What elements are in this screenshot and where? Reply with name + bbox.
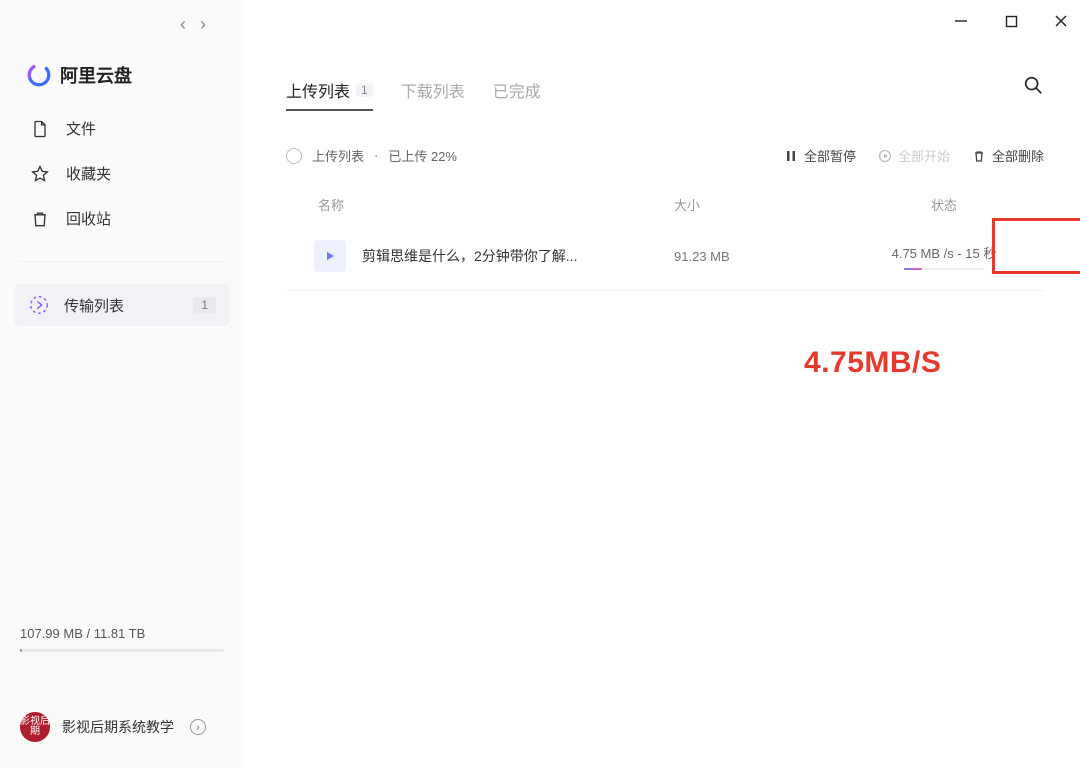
file-progress-bar <box>904 268 984 270</box>
sidebar-item-recycle[interactable]: 回收站 <box>30 208 244 229</box>
sidebar-divider <box>20 261 224 262</box>
col-name: 名称 <box>318 195 674 214</box>
window-maximize-icon[interactable] <box>1002 12 1020 30</box>
file-size: 91.23 MB <box>674 249 844 264</box>
start-all-button: 全部开始 <box>878 146 950 165</box>
sidebar-item-favorites[interactable]: 收藏夹 <box>30 163 244 184</box>
separator: · <box>374 148 378 163</box>
tabs: 上传列表 1 下载列表 已完成 <box>286 78 1044 110</box>
app-logo: 阿里云盘 <box>26 62 244 88</box>
tab-done[interactable]: 已完成 <box>493 78 541 110</box>
table-row[interactable]: 剪辑思维是什么，2分钟带你了解... 91.23 MB 4.75 MB /s -… <box>286 232 1044 291</box>
tab-label: 下载列表 <box>401 78 465 102</box>
sidebar-item-transfer[interactable]: 传输列表 1 <box>14 284 230 326</box>
sidebar-transfer-label: 传输列表 <box>64 295 193 316</box>
file-status-text: 4.75 MB /s - 15 秒 <box>844 243 1044 262</box>
play-icon <box>324 250 336 262</box>
sidebar-transfer-badge: 1 <box>193 297 216 313</box>
search-icon <box>1022 74 1044 96</box>
user-name: 影视后期系统教学 <box>62 717 174 737</box>
star-icon <box>30 164 50 184</box>
list-header: 上传列表 · 已上传 22% 全部暂停 全部开始 全部删除 <box>286 146 1044 165</box>
tab-upload[interactable]: 上传列表 1 <box>286 78 373 110</box>
tab-badge: 1 <box>356 83 373 97</box>
sidebar-item-label: 文件 <box>66 118 96 139</box>
sidebar-item-label: 回收站 <box>66 208 111 229</box>
sidebar-item-files[interactable]: 文件 <box>30 118 244 139</box>
nav-back-icon[interactable]: ‹ <box>180 15 186 33</box>
storage-bar <box>20 649 224 652</box>
transfer-icon <box>28 294 50 316</box>
list-header-left: 上传列表 · 已上传 22% <box>286 146 784 165</box>
sidebar: ‹ › 阿里云盘 文件 收藏夹 回收站 传输列表 1 107.99 MB / <box>0 0 244 768</box>
avatar: 影视后期 <box>20 712 50 742</box>
file-type-icon <box>314 240 346 272</box>
trash-icon <box>30 209 50 229</box>
file-name: 剪辑思维是什么，2分钟带你了解... <box>362 246 674 266</box>
main: 上传列表 1 下载列表 已完成 上传列表 · 已上传 22% 全部暂停 全部开始 <box>244 0 1080 768</box>
file-icon <box>30 119 50 139</box>
upload-progress: 已上传 22% <box>388 146 457 165</box>
window-controls <box>952 12 1070 30</box>
tab-label: 上传列表 <box>286 78 350 102</box>
storage-text: 107.99 MB / 11.81 TB <box>20 626 145 641</box>
window-close-icon[interactable] <box>1052 12 1070 30</box>
delete-all-button[interactable]: 全部删除 <box>972 146 1044 165</box>
search-button[interactable] <box>1022 74 1044 101</box>
window-minimize-icon[interactable] <box>952 12 970 30</box>
logo-icon <box>26 62 52 88</box>
app-name: 阿里云盘 <box>60 62 132 88</box>
sidebar-item-label: 收藏夹 <box>66 163 111 184</box>
sidebar-menu: 文件 收藏夹 回收站 <box>0 118 244 229</box>
list-title: 上传列表 <box>312 146 364 165</box>
play-circle-icon <box>878 149 892 163</box>
file-status: 4.75 MB /s - 15 秒 <box>844 243 1044 270</box>
chevron-right-icon: › <box>190 719 206 735</box>
trash-icon <box>972 149 986 163</box>
col-size: 大小 <box>674 195 844 214</box>
pause-icon <box>784 149 798 163</box>
annotation-text: 4.75MB/S <box>804 346 941 380</box>
user-block[interactable]: 影视后期 影视后期系统教学 › <box>20 712 206 742</box>
tab-label: 已完成 <box>493 78 541 102</box>
pause-all-button[interactable]: 全部暂停 <box>784 146 856 165</box>
nav-forward-icon[interactable]: › <box>200 15 206 33</box>
select-all-checkbox[interactable] <box>286 148 302 164</box>
nav-arrows: ‹ › <box>180 14 244 34</box>
table-columns: 名称 大小 状态 <box>286 195 1044 214</box>
list-header-actions: 全部暂停 全部开始 全部删除 <box>784 146 1044 165</box>
tab-download[interactable]: 下载列表 <box>401 78 465 110</box>
storage-usage: 107.99 MB / 11.81 TB <box>20 626 224 652</box>
col-status: 状态 <box>844 195 1044 214</box>
